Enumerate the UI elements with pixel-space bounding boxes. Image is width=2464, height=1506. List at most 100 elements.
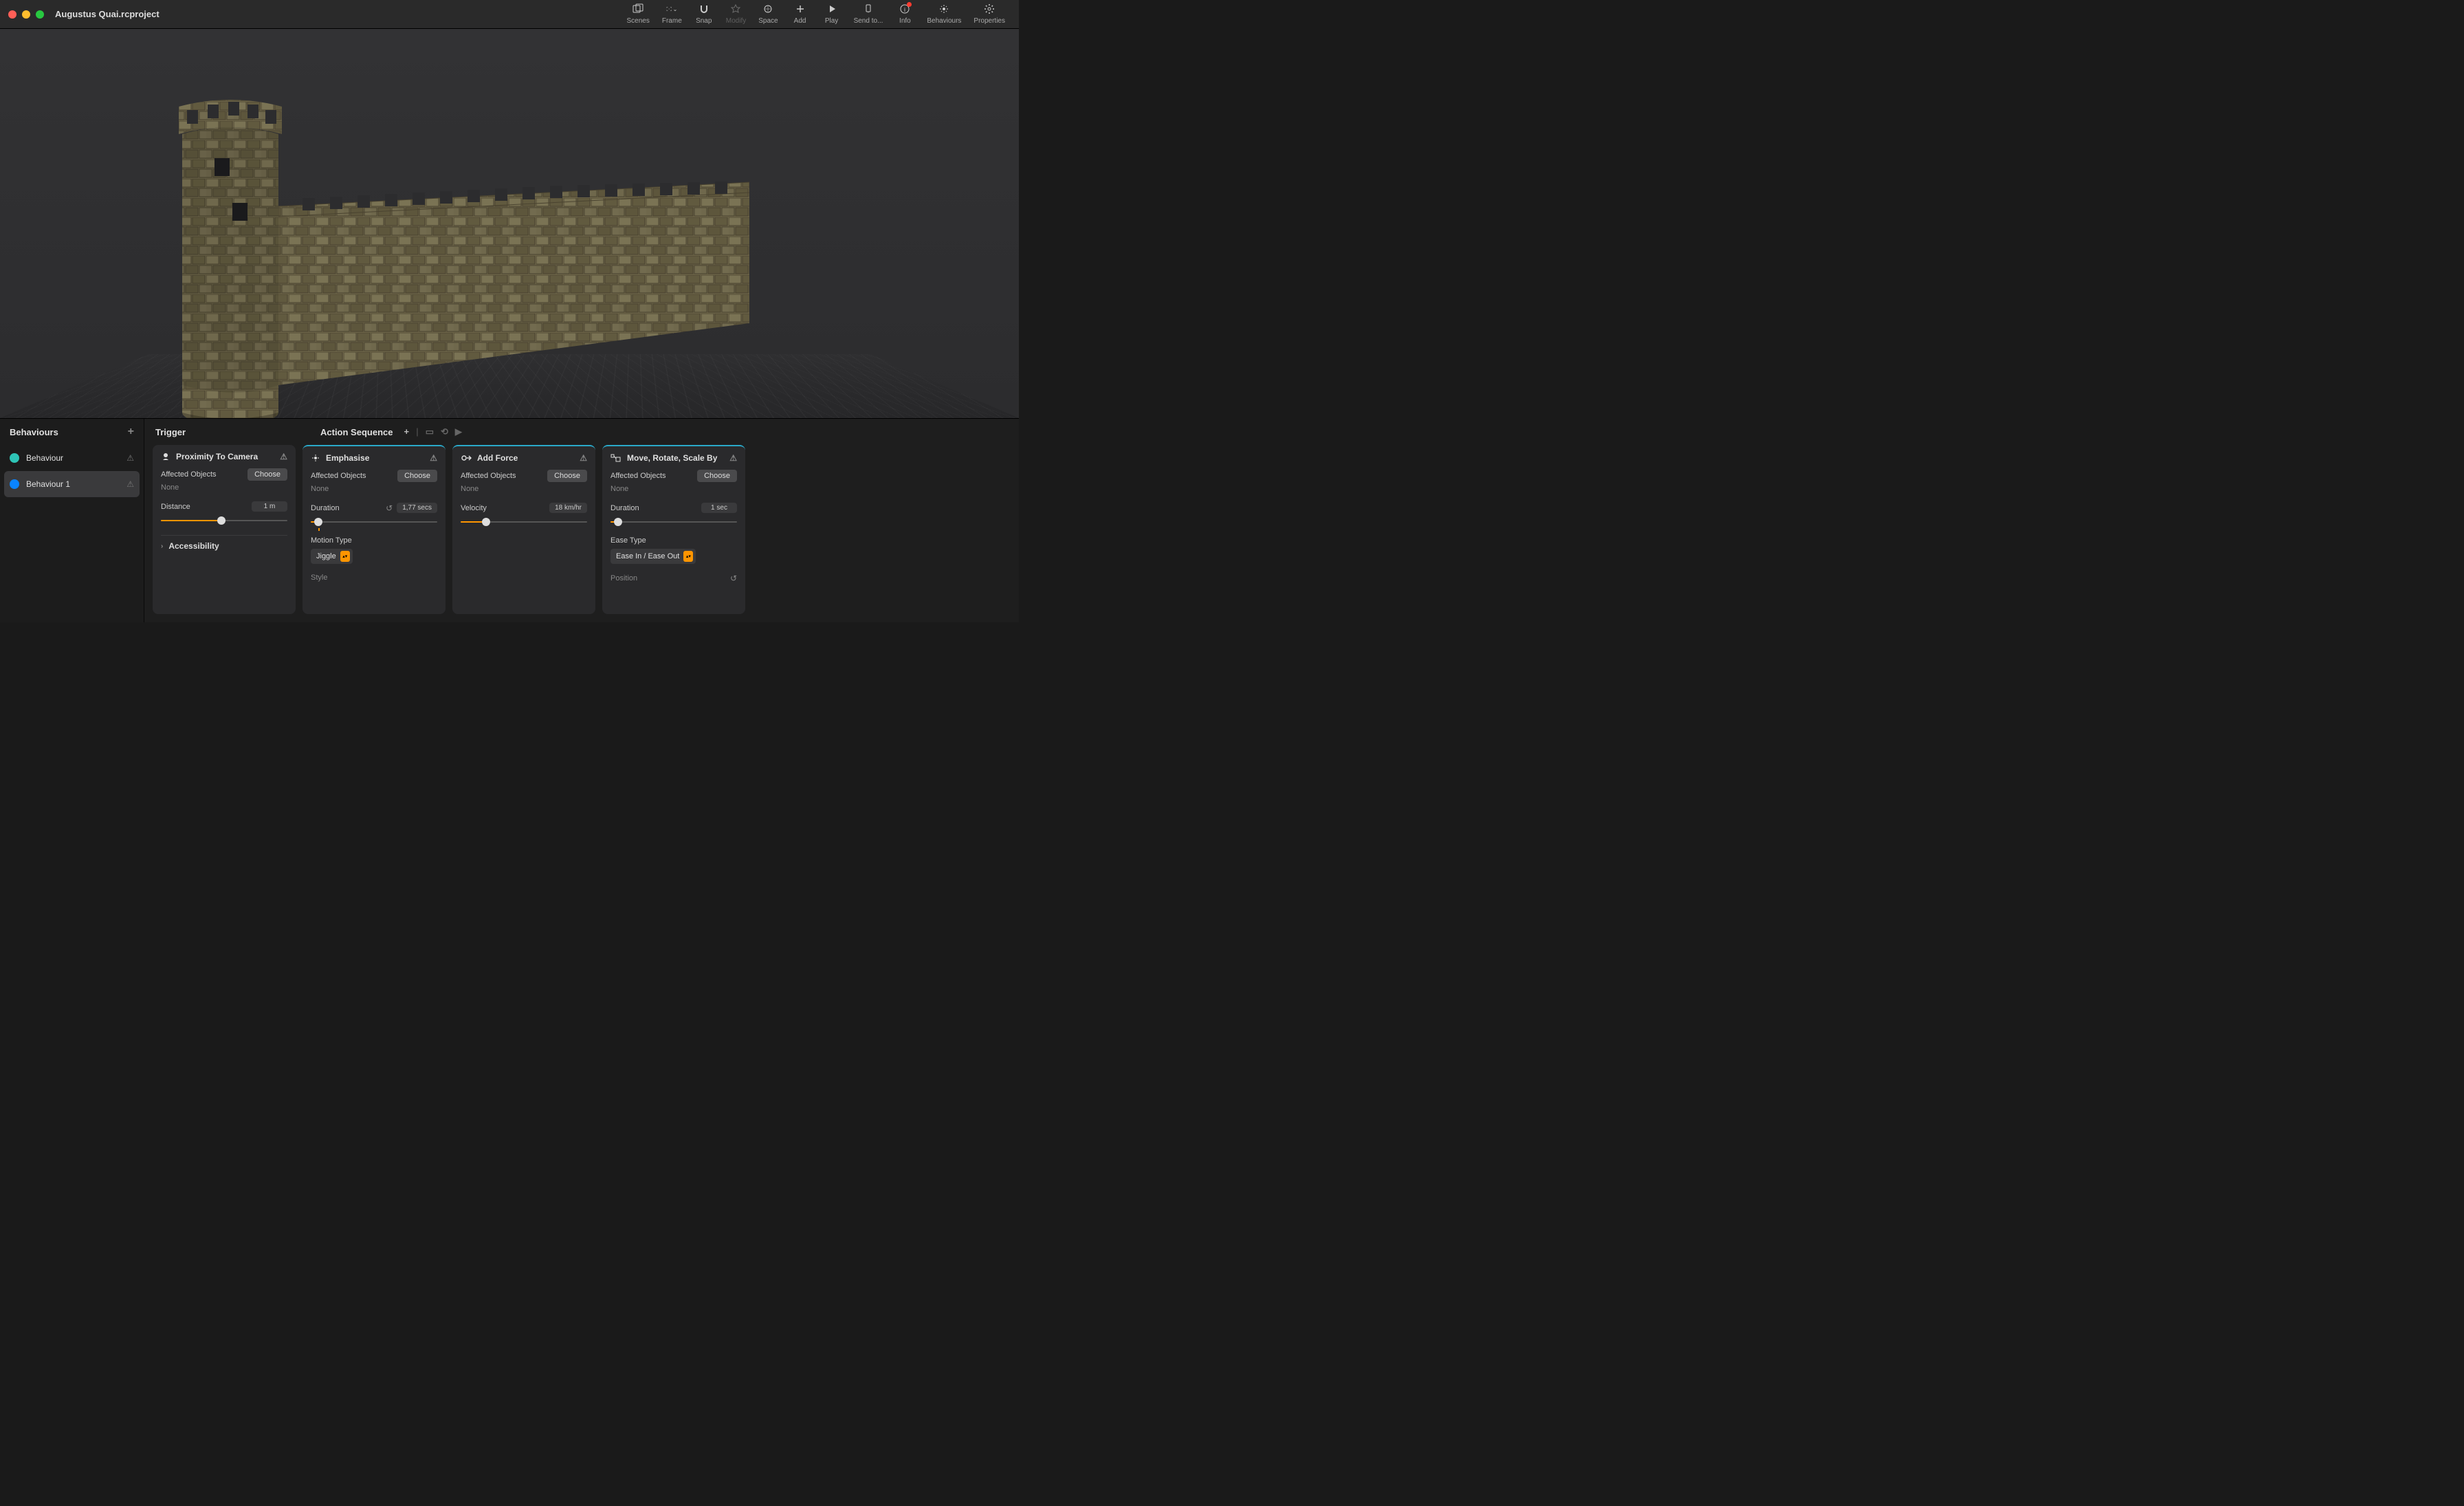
toolbar-space[interactable]: Space [753, 3, 783, 25]
toolbar-label: Modify [726, 17, 746, 25]
velocity-slider[interactable] [461, 517, 587, 527]
duration-value[interactable]: 1,77 secs [397, 503, 437, 513]
toolbar-info[interactable]: i Info [890, 3, 920, 25]
ease-type-label: Ease Type [610, 536, 737, 545]
warning-icon: ⚠︎ [126, 453, 134, 463]
toolbar-behaviours[interactable]: Behaviours [921, 3, 967, 25]
toolbar-label: Info [899, 17, 911, 25]
toolbar-label: Scenes [627, 17, 650, 25]
duration-label: Duration [610, 504, 639, 512]
toolbar-properties[interactable]: Properties [968, 3, 1011, 25]
detail-headers: Trigger Action Sequence + | ▭ ⟲ ▶ [144, 419, 1019, 445]
space-icon [762, 3, 773, 14]
gear-icon [984, 3, 995, 14]
toolbar-sendto[interactable]: Send to... [848, 3, 889, 25]
close-window-button[interactable] [8, 10, 16, 19]
toolbar-play[interactable]: Play [817, 3, 847, 25]
action-title: Move, Rotate, Scale By [627, 453, 717, 463]
warning-icon: ⚠︎ [280, 452, 287, 461]
behaviours-icon [938, 3, 949, 14]
duration-slider[interactable] [610, 517, 737, 527]
toolbar-label: Add [794, 17, 806, 25]
cards-row: Proximity To Camera ⚠︎ Affected Objects … [144, 445, 1019, 622]
card-title-row: Add Force ⚠︎ [452, 446, 595, 470]
behaviour-item[interactable]: Behaviour 1 ⚠︎ [4, 471, 140, 497]
affected-objects-value: None [610, 485, 737, 493]
duration-value[interactable]: 1 sec [701, 503, 737, 513]
warning-icon: ⚠︎ [126, 479, 134, 489]
loop-icon[interactable]: ⟲ [441, 426, 448, 437]
warning-icon: ⚠︎ [580, 453, 587, 463]
toolbar-scenes[interactable]: Scenes [622, 3, 655, 25]
toolbar-add[interactable]: Add [785, 3, 815, 25]
affected-objects-value: None [161, 483, 287, 492]
card-title-row: Move, Rotate, Scale By ⚠︎ [602, 446, 745, 470]
action-card-emphasise: Emphasise ⚠︎ Affected Objects Choose Non… [302, 445, 446, 614]
fullscreen-window-button[interactable] [36, 10, 44, 19]
warning-icon: ⚠︎ [729, 453, 737, 463]
frame-icon: ⌄ [666, 3, 677, 14]
behaviours-sidebar: Behaviours + Behaviour ⚠︎ Behaviour 1 ⚠︎ [0, 419, 144, 622]
toolbar-label: Properties [974, 17, 1005, 25]
trigger-title: Proximity To Camera [176, 452, 258, 461]
trigger-header: Trigger [155, 427, 315, 437]
minimize-window-button[interactable] [22, 10, 30, 19]
position-label: Position [610, 574, 637, 582]
affected-objects-label: Affected Objects [461, 472, 516, 480]
velocity-label: Velocity [461, 504, 487, 512]
notification-badge [907, 2, 912, 7]
detail-area: Trigger Action Sequence + | ▭ ⟲ ▶ Proxim… [144, 419, 1019, 622]
add-force-icon [461, 453, 472, 463]
behaviours-header: Behaviours + [0, 419, 144, 445]
choose-button[interactable]: Choose [697, 470, 737, 482]
play-icon [826, 3, 837, 14]
affected-objects-label: Affected Objects [311, 472, 366, 480]
titlebar: Augustus Quai.rcproject Scenes ⌄ Frame S… [0, 0, 1019, 29]
choose-button[interactable]: Choose [248, 468, 287, 481]
add-behaviour-button[interactable]: + [128, 426, 134, 438]
scene-object-castle [179, 83, 749, 418]
choose-button[interactable]: Choose [547, 470, 587, 482]
toolbar-label: Space [758, 17, 778, 25]
action-title: Add Force [477, 453, 518, 463]
style-label: Style [311, 574, 437, 582]
action-sequence-title: Action Sequence [320, 427, 393, 437]
accessibility-toggle[interactable]: › Accessibility [161, 535, 287, 551]
group-icon[interactable]: ▭ [426, 426, 434, 437]
action-card-move-rotate-scale: Move, Rotate, Scale By ⚠︎ Affected Objec… [602, 445, 745, 614]
distance-label: Distance [161, 503, 190, 511]
choose-button[interactable]: Choose [397, 470, 437, 482]
action-card-add-force: Add Force ⚠︎ Affected Objects Choose Non… [452, 445, 595, 614]
stepper-icon: ▴▾ [683, 551, 693, 562]
toolbar-label: Send to... [854, 17, 883, 25]
card-title-row: Emphasise ⚠︎ [302, 446, 446, 470]
behaviour-item-label: Behaviour [26, 453, 63, 463]
add-action-button[interactable]: + [404, 426, 409, 437]
sendto-icon [863, 3, 874, 14]
toolbar-frame[interactable]: ⌄ Frame [657, 3, 688, 25]
duration-slider[interactable] [311, 517, 437, 527]
behaviour-item[interactable]: Behaviour ⚠︎ [0, 445, 144, 471]
snap-icon [698, 3, 710, 14]
accessibility-label: Accessibility [168, 541, 219, 551]
scenes-icon [632, 3, 644, 14]
velocity-value[interactable]: 18 km/hr [549, 503, 587, 513]
motion-type-label: Motion Type [311, 536, 437, 545]
action-title: Emphasise [326, 453, 369, 463]
action-sequence-header: Action Sequence + | ▭ ⟲ ▶ [320, 426, 462, 437]
distance-slider[interactable] [161, 516, 287, 525]
toolbar-modify: Modify [720, 3, 751, 25]
play-sequence-icon[interactable]: ▶ [455, 426, 462, 437]
viewport-3d[interactable] [0, 29, 1019, 418]
toolbar-snap[interactable]: Snap [689, 3, 719, 25]
reset-icon[interactable]: ↺ [730, 574, 737, 583]
motion-type-select[interactable]: Jiggle ▴▾ [311, 549, 353, 564]
divider: | [416, 426, 419, 437]
chevron-right-icon: › [161, 543, 163, 550]
distance-value[interactable]: 1 m [252, 501, 287, 512]
toolbar-label: Play [825, 17, 838, 25]
add-icon [795, 3, 806, 14]
window-controls [8, 10, 44, 19]
reset-icon[interactable]: ↺ [386, 503, 393, 513]
ease-type-select[interactable]: Ease In / Ease Out ▴▾ [610, 549, 696, 564]
